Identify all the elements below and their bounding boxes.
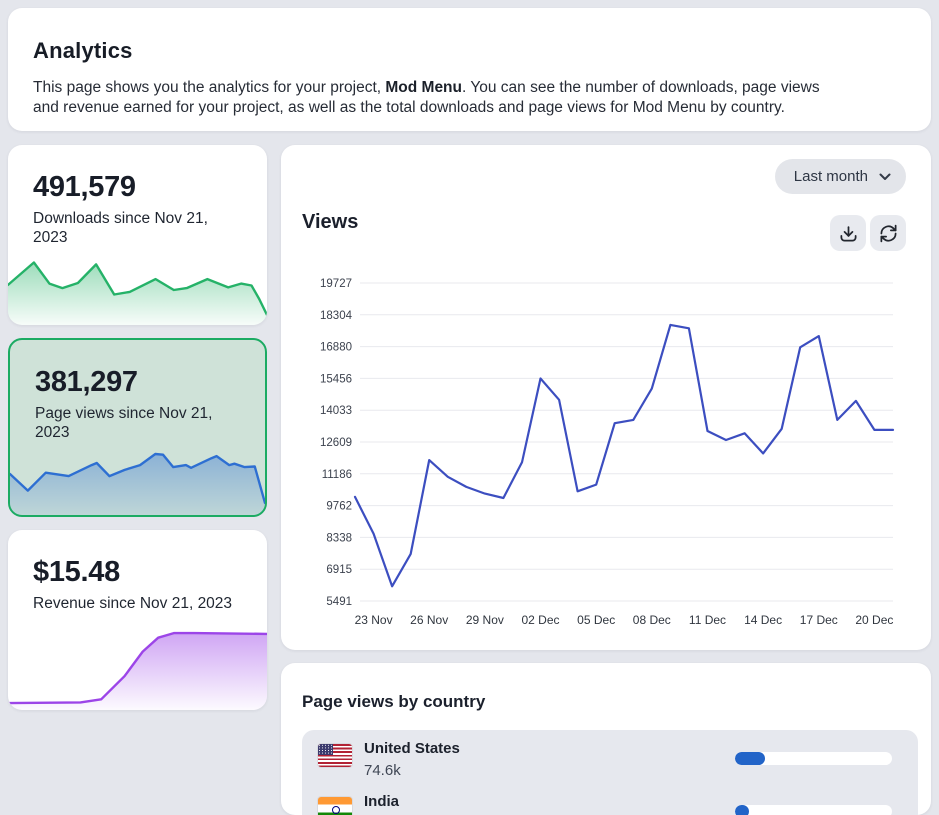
downloads-value: 491,579 (33, 171, 136, 204)
svg-text:12609: 12609 (320, 437, 352, 449)
stat-card-revenue[interactable]: $15.48 Revenue since Nov 21, 2023 (8, 530, 267, 710)
svg-text:02 Dec: 02 Dec (521, 613, 559, 627)
svg-text:16880: 16880 (320, 342, 352, 354)
header-card: Analytics This page shows you the analyt… (8, 8, 931, 131)
svg-text:15456: 15456 (320, 373, 352, 385)
description-prefix: This page shows you the analytics for yo… (33, 79, 385, 96)
svg-text:08 Dec: 08 Dec (633, 613, 671, 627)
project-name: Mod Menu (385, 79, 462, 96)
page-views-value: 381,297 (35, 366, 138, 399)
svg-text:11186: 11186 (322, 469, 352, 481)
india-flag-icon (318, 797, 352, 815)
svg-text:19727: 19727 (320, 278, 352, 290)
country-name: United States (364, 740, 460, 757)
svg-text:20 Dec: 20 Dec (855, 613, 893, 627)
svg-text:17 Dec: 17 Dec (800, 613, 838, 627)
stat-card-page-views[interactable]: 381,297 Page views since Nov 21, 2023 (8, 338, 267, 517)
page-title: Analytics (33, 38, 133, 64)
svg-text:5491: 5491 (326, 596, 352, 608)
svg-text:18304: 18304 (320, 310, 353, 322)
country-list: United States 74.6k India (302, 730, 918, 815)
country-name: India (364, 793, 399, 810)
views-chart-card: Last month Views 19727183041688015456140… (281, 145, 931, 650)
downloads-sparkline (8, 254, 267, 325)
downloads-label: Downloads since Nov 21, 2023 (33, 209, 237, 247)
page-views-sparkline (10, 439, 265, 516)
progress-track (735, 805, 892, 815)
progress-fill (735, 752, 765, 765)
country-row-united-states: United States 74.6k (302, 740, 918, 793)
revenue-value: $15.48 (33, 556, 120, 589)
revenue-sparkline (8, 626, 267, 710)
svg-text:14033: 14033 (320, 405, 352, 417)
progress-track (735, 752, 892, 765)
svg-text:23 Nov: 23 Nov (355, 613, 393, 627)
us-flag-icon (318, 744, 352, 767)
svg-text:14 Dec: 14 Dec (744, 613, 782, 627)
description-suffix-line1: . You can see the number of downloads, p… (462, 79, 820, 96)
page-description: This page shows you the analytics for yo… (33, 78, 918, 117)
analytics-page: Analytics This page shows you the analyt… (0, 0, 939, 815)
progress-fill (735, 805, 749, 815)
svg-text:05 Dec: 05 Dec (577, 613, 615, 627)
revenue-label: Revenue since Nov 21, 2023 (33, 594, 237, 613)
description-suffix-line2: and revenue earned for your project, as … (33, 99, 785, 116)
svg-text:29 Nov: 29 Nov (466, 613, 504, 627)
stat-card-downloads[interactable]: 491,579 Downloads since Nov 21, 2023 (8, 145, 267, 325)
country-row-india: India (302, 793, 918, 815)
svg-text:11 Dec: 11 Dec (689, 613, 726, 627)
views-line-chart: 19727 18304 16880 15456 14033 12609 11186 9762 8… (281, 145, 931, 650)
country-value: 74.6k (364, 762, 401, 779)
svg-text:6915: 6915 (326, 564, 352, 576)
svg-text:8338: 8338 (326, 532, 352, 544)
page-views-label: Page views since Nov 21, 2023 (35, 404, 239, 442)
page-views-by-country-card: Page views by country United States 74.6… (281, 663, 931, 815)
svg-text:26 Nov: 26 Nov (410, 613, 448, 627)
svg-text:9762: 9762 (326, 501, 352, 513)
page-views-by-country-title: Page views by country (302, 692, 485, 712)
